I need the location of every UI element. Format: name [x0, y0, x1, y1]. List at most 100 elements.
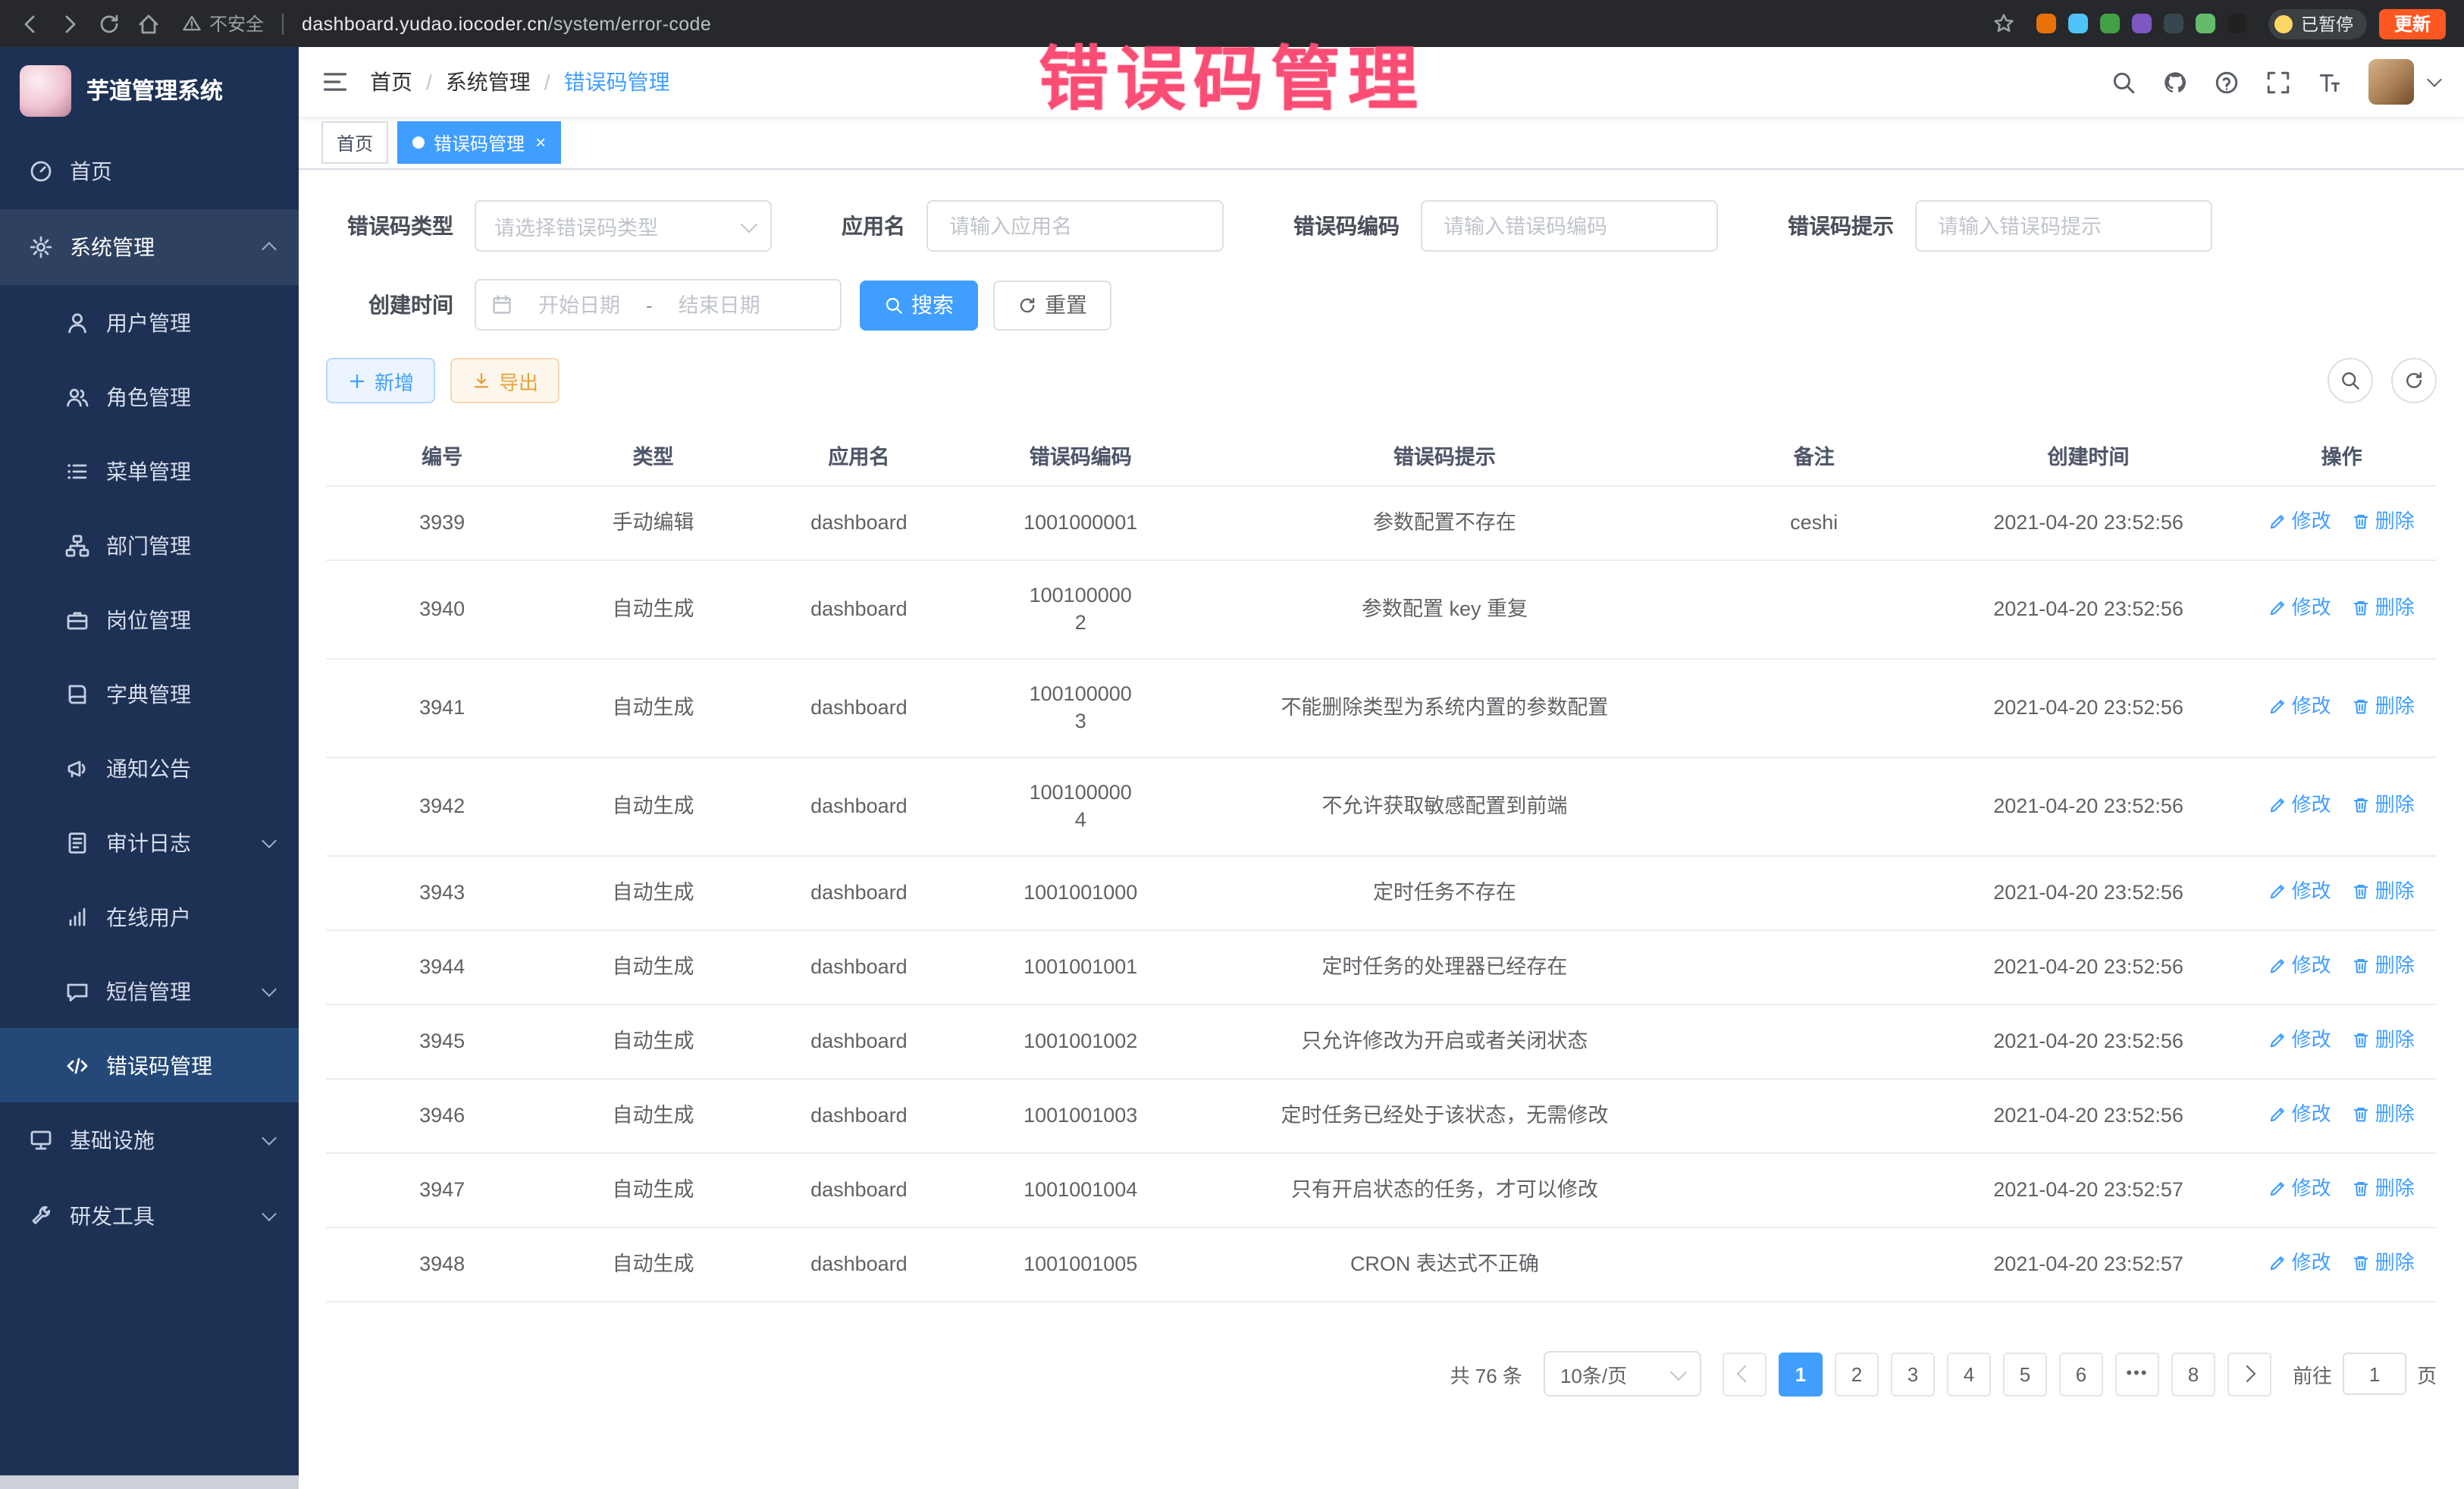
address-bar[interactable]: dashboard.yudao.iocoder.cn/system/error-…	[302, 13, 711, 34]
pager-more-button[interactable]: •••	[2115, 1352, 2159, 1396]
op-label: 删除	[2375, 594, 2415, 622]
sidebar-item-首页[interactable]: 首页	[0, 133, 299, 209]
sidebar-item-部门管理[interactable]: 部门管理	[0, 508, 299, 582]
search-button[interactable]: 搜索	[860, 280, 978, 330]
cell-id: 3941	[326, 659, 558, 757]
error-msg-input[interactable]	[1935, 213, 2193, 239]
bookmark-star-icon[interactable]	[1993, 12, 2016, 35]
edit-link[interactable]: 修改	[2269, 1175, 2331, 1202]
paused-badge[interactable]: 已暂停	[2269, 8, 2367, 39]
date-range-picker[interactable]: -	[475, 279, 842, 331]
sidebar-item-岗位管理[interactable]: 岗位管理	[0, 582, 299, 657]
error-code-input[interactable]	[1440, 213, 1698, 239]
col-time: 创建时间	[1930, 425, 2247, 486]
hamburger-icon[interactable]	[321, 68, 349, 96]
op-label: 修改	[2292, 693, 2331, 720]
question-icon[interactable]	[2214, 69, 2240, 95]
sidebar-item-在线用户[interactable]: 在线用户	[0, 879, 299, 954]
page-button-3[interactable]: 3	[1891, 1352, 1935, 1396]
extension-5-icon[interactable]	[2165, 14, 2184, 33]
view-tab-首页[interactable]: 首页	[321, 121, 388, 164]
chevron-down-icon[interactable]	[2427, 72, 2442, 87]
github-icon[interactable]	[2162, 69, 2188, 95]
edit-link[interactable]: 修改	[2269, 1101, 2331, 1128]
tab-close-icon[interactable]: ×	[535, 133, 546, 152]
goto-input[interactable]	[2343, 1353, 2406, 1395]
app-name-input[interactable]	[946, 213, 1204, 239]
edit-link[interactable]: 修改	[2269, 952, 2331, 980]
page-button-1[interactable]: 1	[1779, 1352, 1823, 1396]
extension-1-icon[interactable]	[2037, 14, 2057, 33]
start-date-input[interactable]	[523, 292, 635, 318]
dashboard-icon	[29, 159, 53, 183]
edit-link[interactable]: 修改	[2269, 508, 2331, 535]
table-row: 3943自动生成dashboard1001001000定时任务不存在2021-0…	[326, 856, 2437, 930]
edit-link[interactable]: 修改	[2269, 878, 2331, 905]
sidebar-item-审计日志[interactable]: 审计日志	[0, 805, 299, 879]
sidebar-item-研发工具[interactable]: 研发工具	[0, 1178, 299, 1254]
prev-page-button[interactable]	[1723, 1352, 1766, 1396]
cell-code: 1001001002	[970, 1005, 1191, 1079]
delete-link[interactable]: 删除	[2353, 1175, 2415, 1202]
sidebar-item-角色管理[interactable]: 角色管理	[0, 359, 299, 434]
sidebar-item-短信管理[interactable]: 短信管理	[0, 954, 299, 1028]
delete-link[interactable]: 删除	[2353, 792, 2415, 819]
page-button-6[interactable]: 6	[2059, 1352, 2103, 1396]
delete-link[interactable]: 删除	[2353, 693, 2415, 720]
extension-7-icon[interactable]	[2228, 14, 2248, 33]
breadcrumb-item[interactable]: 首页	[370, 67, 412, 97]
sidebar-item-用户管理[interactable]: 用户管理	[0, 285, 299, 359]
sidebar-item-错误码管理[interactable]: 错误码管理	[0, 1028, 299, 1102]
page-button-5[interactable]: 5	[2003, 1352, 2047, 1396]
sidebar-item-系统管理[interactable]: 系统管理	[0, 209, 299, 285]
search-icon[interactable]	[2111, 69, 2136, 95]
page-button-4[interactable]: 4	[1947, 1352, 1991, 1396]
extension-6-icon[interactable]	[2196, 14, 2216, 33]
sidebar-item-通知公告[interactable]: 通知公告	[0, 731, 299, 805]
delete-link[interactable]: 删除	[2353, 952, 2415, 980]
edit-link[interactable]: 修改	[2269, 792, 2331, 819]
update-button[interactable]: 更新	[2379, 8, 2446, 39]
edit-link[interactable]: 修改	[2269, 693, 2331, 720]
security-indicator[interactable]: 不安全	[182, 11, 264, 36]
end-date-input[interactable]	[663, 292, 776, 318]
view-tab-错误码管理[interactable]: 错误码管理×	[397, 121, 561, 164]
edit-link[interactable]: 修改	[2269, 1249, 2331, 1277]
delete-link[interactable]: 删除	[2353, 594, 2415, 622]
search-icon-button[interactable]	[2328, 358, 2373, 403]
delete-link[interactable]: 删除	[2353, 1027, 2415, 1054]
home-icon[interactable]	[136, 11, 161, 36]
page-button-8[interactable]: 8	[2171, 1352, 2215, 1396]
error-type-select[interactable]: 请选择错误码类型	[475, 200, 772, 252]
refresh-icon-button[interactable]	[2391, 358, 2437, 403]
back-icon[interactable]	[18, 11, 42, 36]
reset-button[interactable]: 重置	[993, 280, 1111, 330]
cell-actions: 修改删除	[2246, 856, 2437, 930]
avatar[interactable]	[2368, 59, 2414, 105]
forward-icon[interactable]	[58, 11, 82, 36]
next-page-button[interactable]	[2227, 1352, 2271, 1396]
delete-link[interactable]: 删除	[2353, 508, 2415, 535]
page-button-2[interactable]: 2	[1835, 1352, 1879, 1396]
extension-2-icon[interactable]	[2069, 14, 2089, 33]
delete-link[interactable]: 删除	[2353, 878, 2415, 905]
extension-3-icon[interactable]	[2101, 14, 2121, 33]
sidebar-item-基础设施[interactable]: 基础设施	[0, 1102, 299, 1178]
edit-link[interactable]: 修改	[2269, 1027, 2331, 1054]
delete-link[interactable]: 删除	[2353, 1249, 2415, 1277]
sidebar-item-字典管理[interactable]: 字典管理	[0, 657, 299, 731]
edit-link[interactable]: 修改	[2269, 594, 2331, 622]
fullscreen-icon[interactable]	[2265, 69, 2291, 95]
cell-app: dashboard	[748, 1227, 970, 1302]
logo[interactable]: 芋道管理系统	[0, 47, 299, 133]
fontsize-icon[interactable]	[2317, 69, 2343, 95]
add-button[interactable]: 新增	[326, 358, 435, 403]
export-button[interactable]: 导出	[450, 358, 560, 403]
page-size-select[interactable]: 10条/页	[1544, 1351, 1701, 1397]
sidebar-item-菜单管理[interactable]: 菜单管理	[0, 434, 299, 508]
reload-icon[interactable]	[97, 11, 121, 36]
breadcrumb-item[interactable]: 系统管理	[446, 67, 531, 97]
extension-4-icon[interactable]	[2133, 14, 2152, 33]
tools-icon	[29, 1204, 53, 1228]
delete-link[interactable]: 删除	[2353, 1101, 2415, 1128]
